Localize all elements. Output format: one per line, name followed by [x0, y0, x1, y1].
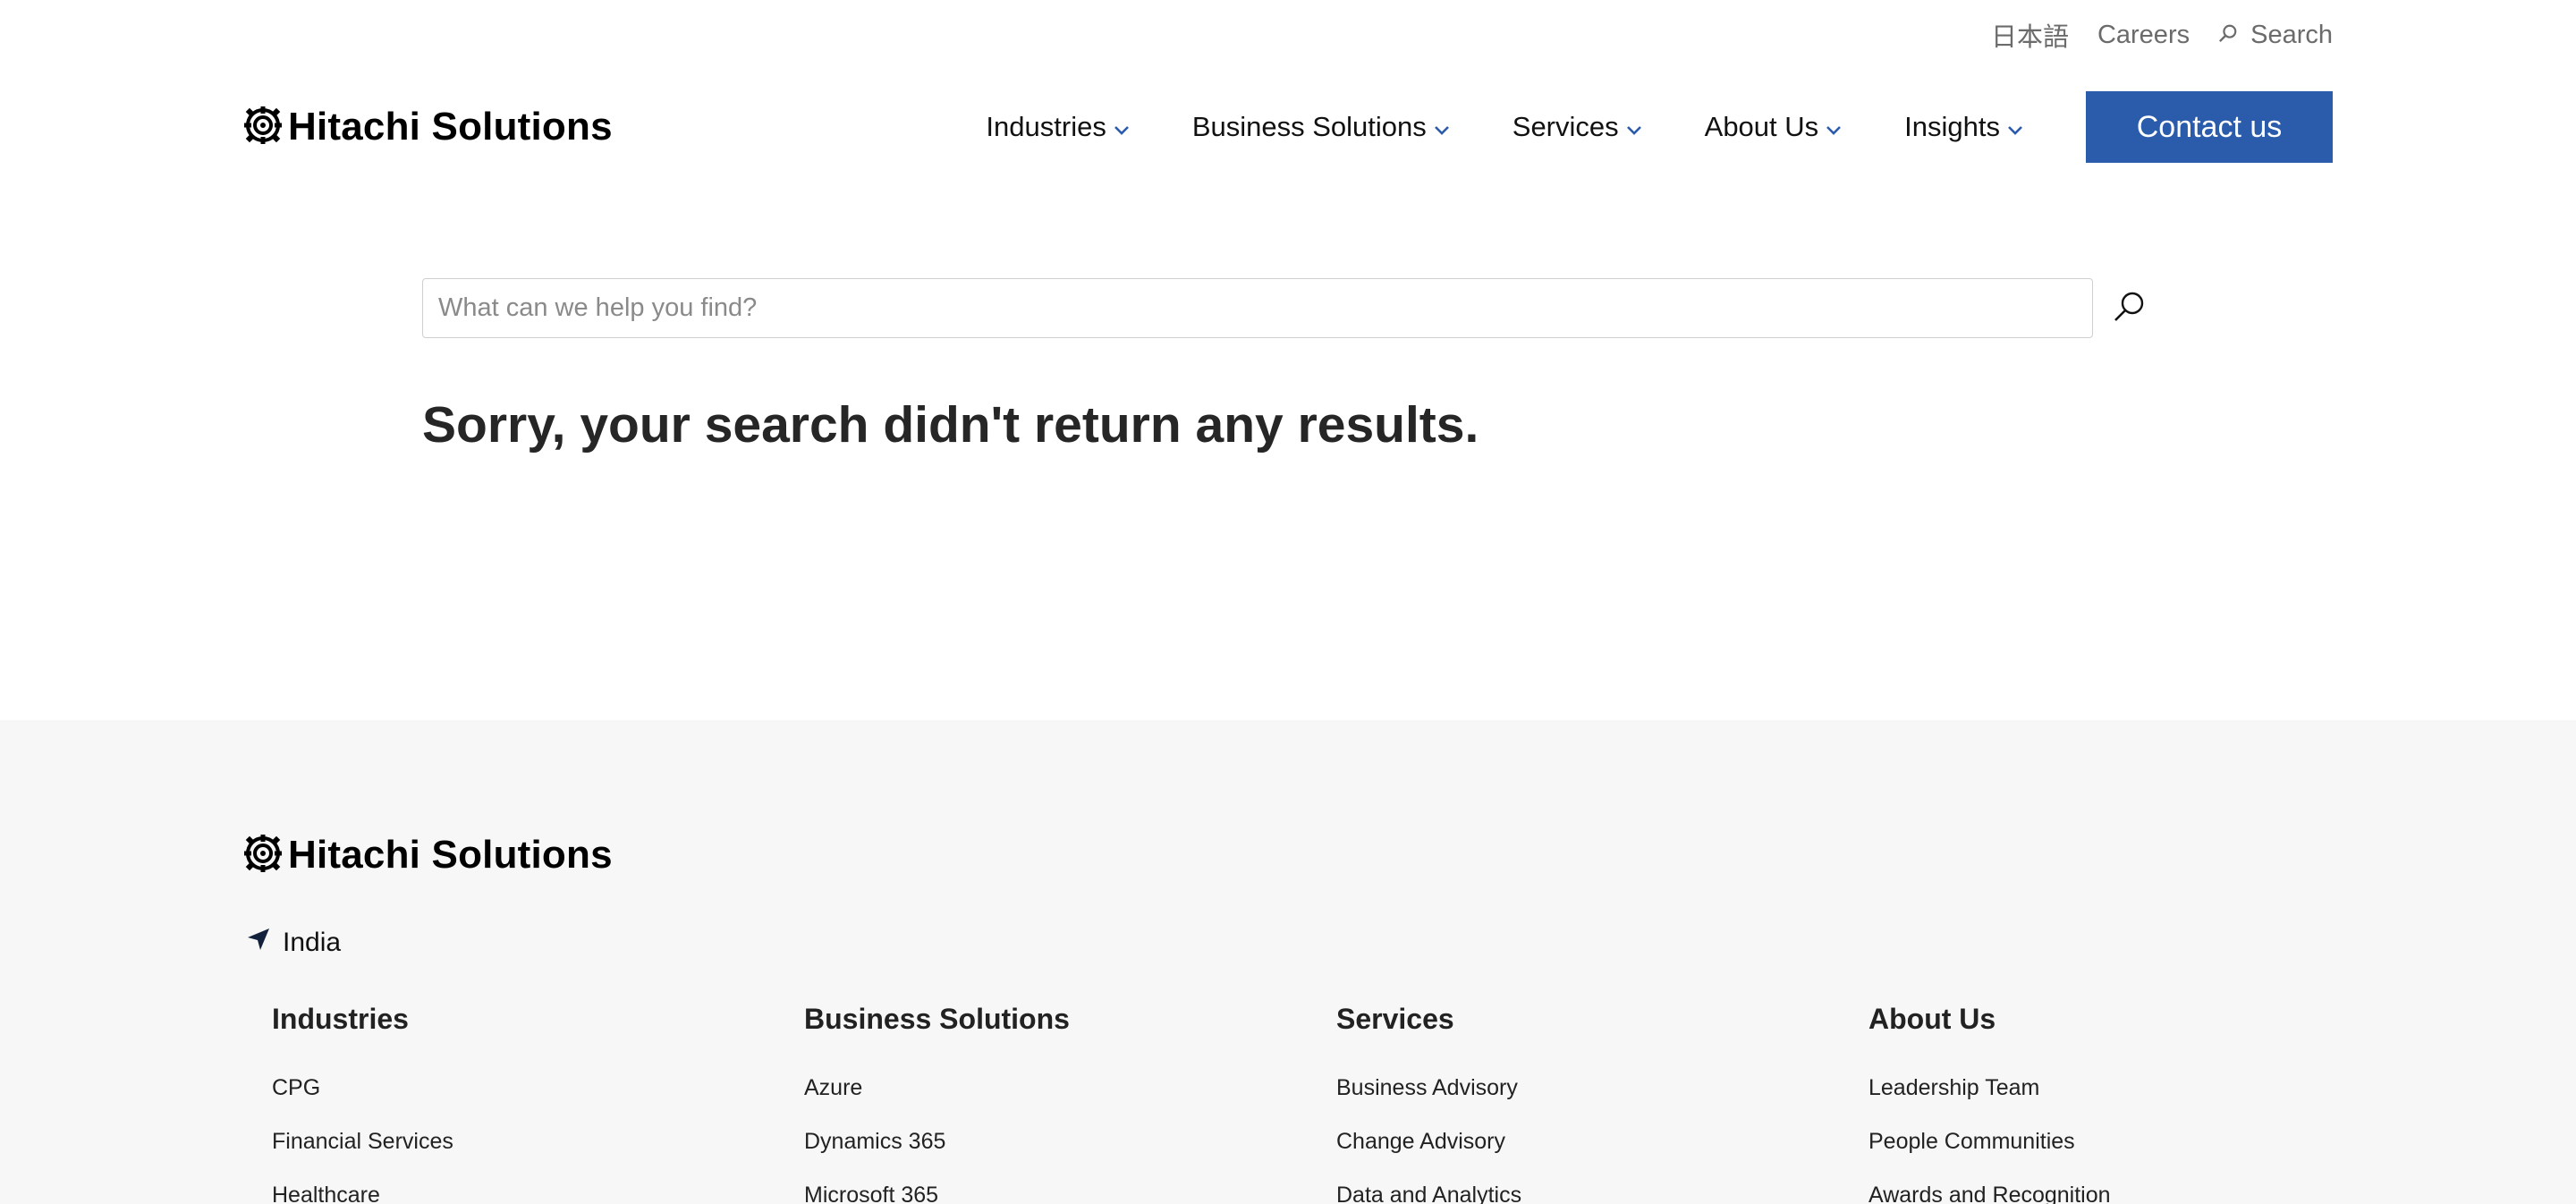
utility-bar: 日本語 Careers Search — [1991, 16, 2333, 54]
footer-column-heading[interactable]: Industries — [272, 1003, 804, 1036]
footer-brand-name: Hitachi Solutions — [288, 833, 613, 877]
nav-item-label: About Us — [1704, 111, 1819, 142]
chevron-down-icon — [1434, 111, 1450, 143]
careers-link[interactable]: Careers — [2097, 21, 2190, 50]
nav-item-insights[interactable]: Insights — [1904, 111, 2023, 143]
language-link[interactable]: 日本語 — [1991, 16, 2069, 54]
footer-column-about-us: About Us Leadership Team People Communit… — [1868, 1003, 2401, 1204]
nav-item-label: Services — [1512, 111, 1619, 142]
site-header: Hitachi Solutions Industries Business So… — [243, 89, 2333, 165]
nav-item-business-solutions[interactable]: Business Solutions — [1192, 111, 1450, 143]
search-input[interactable] — [422, 278, 2093, 338]
footer-column-business-solutions: Business Solutions Azure Dynamics 365 Mi… — [804, 1003, 1336, 1204]
nav-item-label: Business Solutions — [1191, 111, 1427, 142]
search-icon — [2218, 21, 2238, 50]
location-arrow-icon — [247, 928, 270, 958]
footer-column-services: Services Business Advisory Change Adviso… — [1336, 1003, 1868, 1204]
footer-column-heading[interactable]: About Us — [1868, 1003, 2401, 1036]
search-submit-button[interactable] — [2109, 289, 2148, 328]
chevron-down-icon — [2007, 111, 2023, 143]
footer-link[interactable]: Dynamics 365 — [804, 1129, 1336, 1154]
nav-item-label: Industries — [986, 111, 1106, 142]
utility-search-link[interactable]: Search — [2218, 21, 2333, 50]
header-logo[interactable]: Hitachi Solutions — [243, 105, 613, 149]
footer-link[interactable]: Business Advisory — [1336, 1075, 1868, 1100]
chevron-down-icon — [1826, 111, 1842, 143]
search-form — [422, 278, 2148, 338]
footer-column-heading[interactable]: Services — [1336, 1003, 1868, 1036]
location-label: India — [283, 928, 342, 957]
footer-column-industries: Industries CPG Financial Services Health… — [272, 1003, 804, 1204]
footer-column-heading[interactable]: Business Solutions — [804, 1003, 1336, 1036]
nav-item-label: Insights — [1904, 111, 2000, 142]
footer-link[interactable]: Leadership Team — [1868, 1075, 2401, 1100]
footer-link[interactable]: Azure — [804, 1075, 1336, 1100]
brand-name: Hitachi Solutions — [288, 105, 613, 148]
nav-item-industries[interactable]: Industries — [986, 111, 1129, 143]
chevron-down-icon — [1626, 111, 1642, 143]
chevron-down-icon — [1114, 111, 1130, 143]
footer-columns: Industries CPG Financial Services Health… — [272, 1003, 2401, 1204]
utility-search-label: Search — [2250, 20, 2333, 49]
search-icon — [2111, 289, 2147, 327]
contact-us-button[interactable]: Contact us — [2086, 91, 2333, 163]
footer-link[interactable]: CPG — [272, 1075, 804, 1100]
hitachi-logo-icon — [243, 106, 283, 149]
nav-item-services[interactable]: Services — [1513, 111, 1642, 143]
location-selector[interactable]: India — [247, 928, 341, 958]
footer-link[interactable]: Microsoft 365 — [804, 1183, 1336, 1204]
footer-link[interactable]: Awards and Recognition — [1868, 1183, 2401, 1204]
main-nav: Industries Business Solutions Services A… — [986, 91, 2333, 163]
site-footer: Hitachi Solutions India Industries CPG F… — [0, 720, 2576, 1204]
no-results-message: Sorry, your search didn't return any res… — [422, 396, 1479, 454]
footer-link[interactable]: Healthcare — [272, 1183, 804, 1204]
footer-link[interactable]: Change Advisory — [1336, 1129, 1868, 1154]
hitachi-logo-icon — [243, 834, 283, 878]
footer-link[interactable]: Financial Services — [272, 1129, 804, 1154]
footer-link[interactable]: Data and Analytics — [1336, 1183, 1868, 1204]
footer-link[interactable]: People Communities — [1868, 1129, 2401, 1154]
nav-item-about-us[interactable]: About Us — [1705, 111, 1843, 143]
footer-logo[interactable]: Hitachi Solutions — [243, 833, 613, 878]
